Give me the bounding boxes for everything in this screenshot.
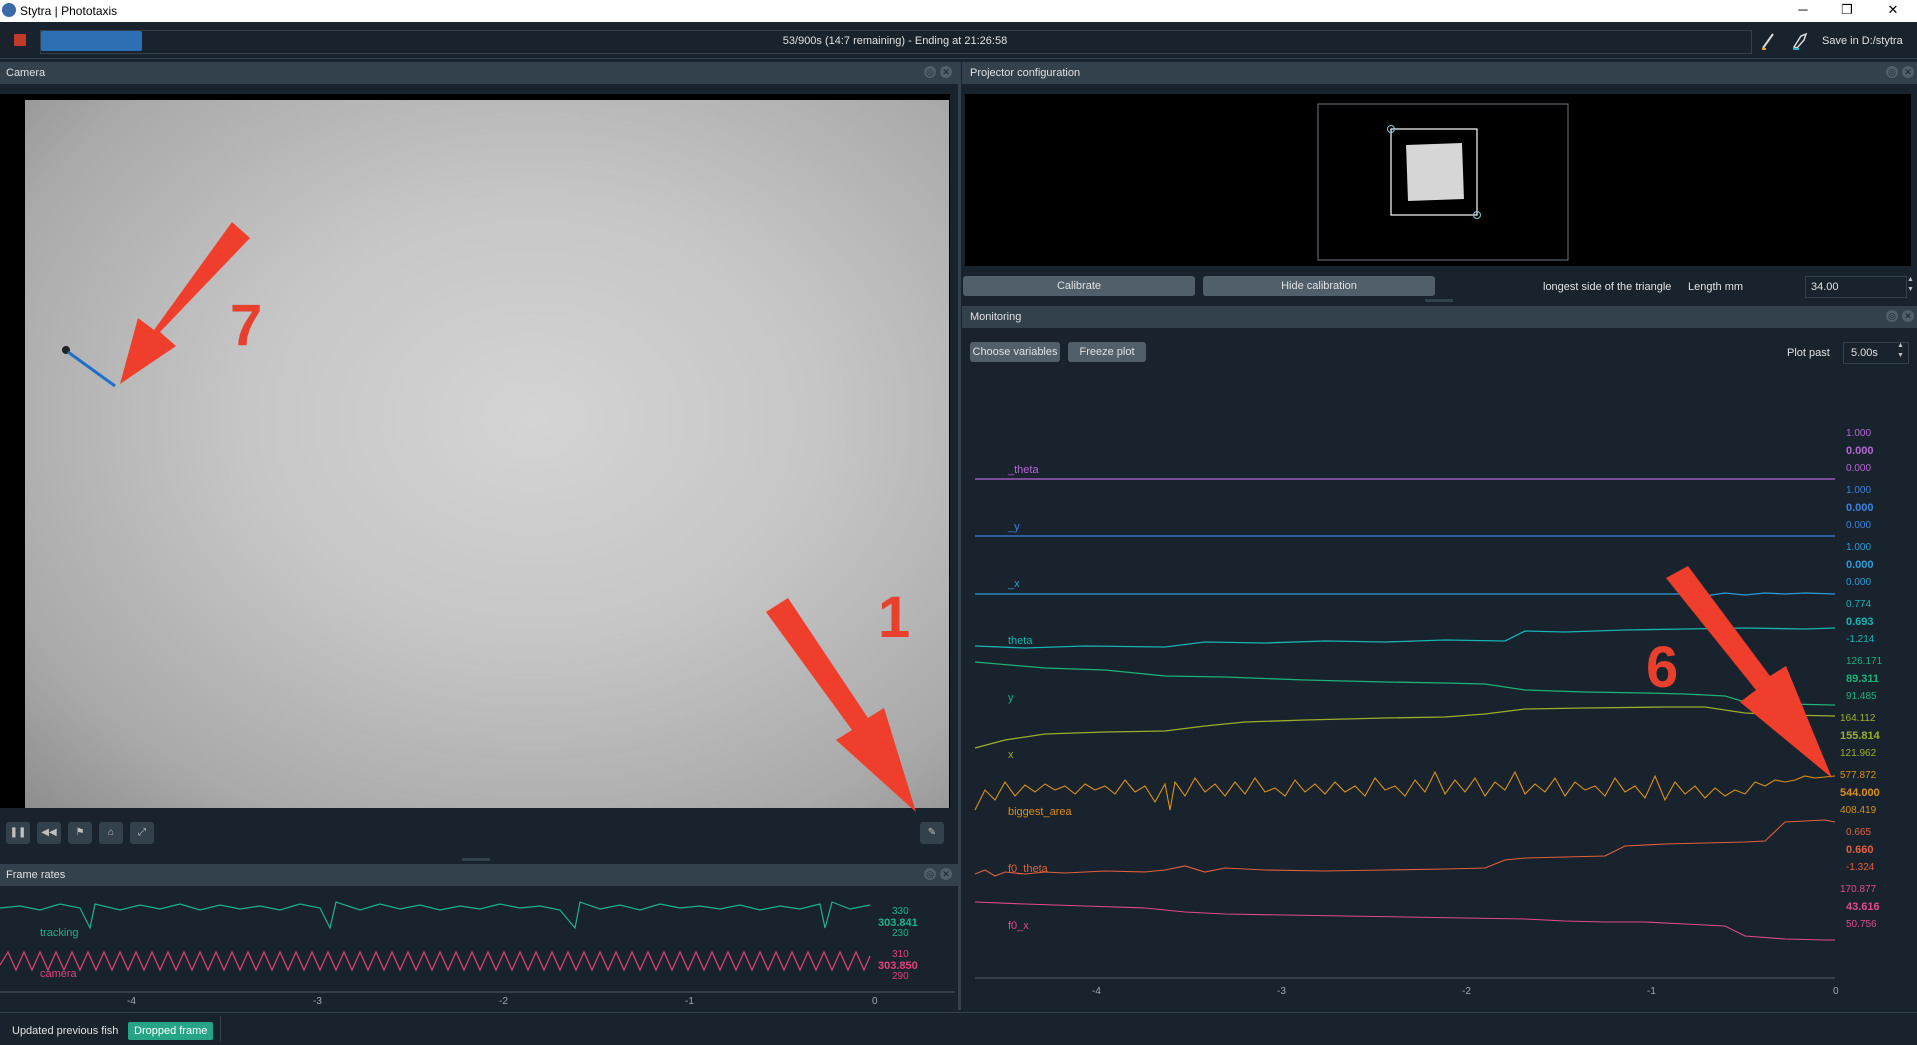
annotation-label-1: 1: [878, 585, 911, 650]
annotation-overlay: [120, 222, 1832, 812]
annotation-label-7: 7: [230, 293, 263, 358]
annotation-label-6: 6: [1646, 635, 1679, 700]
status-bar: [0, 1012, 1917, 1045]
status-divider: [220, 1016, 221, 1042]
dropped-frame-badge: Dropped frame: [128, 1022, 214, 1040]
annotation-arrow-6: [1666, 566, 1832, 778]
status-message: Updated previous fish: [12, 1025, 119, 1037]
